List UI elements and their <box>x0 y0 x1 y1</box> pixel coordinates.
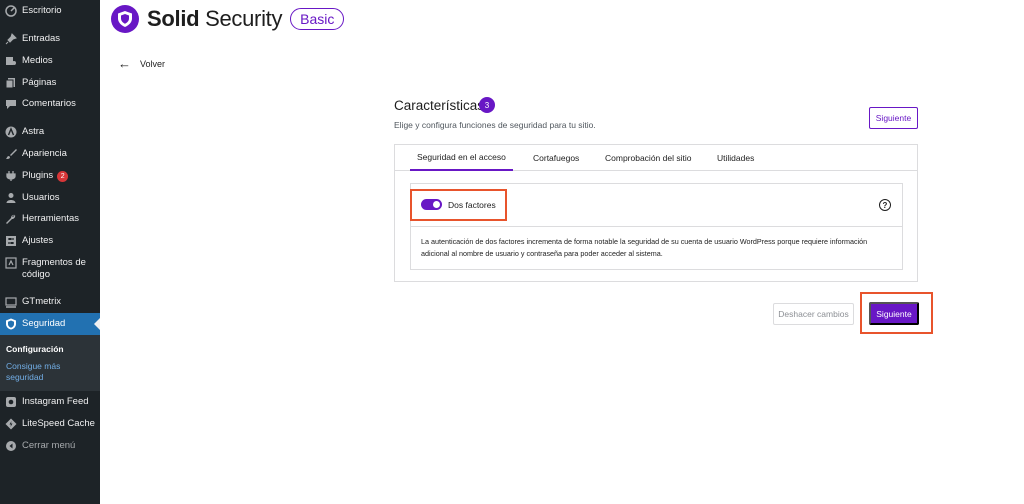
page-subtitle: Elige y configura funciones de seguridad… <box>394 120 596 130</box>
feature-tabs: Seguridad en el acceso Cortafuegos Compr… <box>395 145 917 171</box>
top-next-button[interactable]: Siguiente <box>869 107 918 129</box>
back-label: Volver <box>140 59 166 69</box>
solid-security-logo-icon <box>111 5 139 33</box>
gtmetrix-icon <box>5 296 17 308</box>
back-link[interactable]: ← Volver <box>118 56 166 71</box>
sidebar-item-litespeed-cache[interactable]: LiteSpeed Cache <box>0 418 100 430</box>
brand-header: Solid Security Basic <box>111 5 345 33</box>
page-title: Características <box>394 98 485 113</box>
shield-icon <box>5 318 17 330</box>
code-icon <box>5 257 17 269</box>
sidebar-item-comentarios[interactable]: Comentarios <box>0 98 100 110</box>
seguridad-submenu: Configuración Consigue más seguridad <box>0 335 100 391</box>
sidebar-item-instagram-feed[interactable]: Instagram Feed <box>0 396 100 408</box>
sidebar-item-label: Páginas <box>22 77 57 88</box>
sidebar-item-fragmentos[interactable]: Fragmentos de código <box>0 257 100 281</box>
sidebar-item-seguridad[interactable]: Seguridad <box>0 313 100 335</box>
sidebar-item-label: Ajustes <box>22 235 54 246</box>
brand-name-bold: Solid <box>147 6 200 31</box>
sidebar-item-label: Escritorio <box>22 5 62 16</box>
admin-sidebar: Escritorio Entradas Medios Páginas Comen… <box>0 0 100 504</box>
sidebar-item-label: Comentarios <box>22 98 76 109</box>
settings-icon <box>5 235 17 247</box>
feature-header: Dos factores ? <box>411 184 902 227</box>
feature-count-badge: 3 <box>479 97 495 113</box>
arrow-left-icon: ← <box>118 56 131 71</box>
sidebar-item-gtmetrix[interactable]: GTmetrix <box>0 296 100 308</box>
users-icon <box>5 192 17 204</box>
submenu-item-consigue-mas-seguridad[interactable]: Consigue más seguridad <box>6 361 86 383</box>
litespeed-icon <box>5 418 17 430</box>
collapse-icon <box>5 440 17 452</box>
instagram-icon <box>5 396 17 408</box>
brush-icon <box>5 148 17 160</box>
sidebar-item-label: Seguridad <box>22 318 66 329</box>
sidebar-item-label: Astra <box>22 126 45 137</box>
features-card: Seguridad en el acceso Cortafuegos Compr… <box>394 144 918 282</box>
sidebar-item-entradas[interactable]: Entradas <box>0 33 100 45</box>
feature-panel-dos-factores: Dos factores ? La autenticación de dos f… <box>410 183 903 270</box>
tab-cortafuegos[interactable]: Cortafuegos <box>533 145 579 171</box>
sidebar-item-label: Plugins <box>22 170 54 181</box>
sidebar-item-escritorio[interactable]: Escritorio <box>0 5 100 17</box>
tab-utilidades[interactable]: Utilidades <box>717 145 754 171</box>
comments-icon <box>5 98 17 110</box>
next-button[interactable]: Siguiente <box>869 302 919 325</box>
tab-comprobacion-del-sitio[interactable]: Comprobación del sitio <box>605 145 691 171</box>
sidebar-item-plugins[interactable]: Plugins 2 <box>0 170 100 182</box>
help-icon[interactable]: ? <box>879 199 891 211</box>
sidebar-item-label: Medios <box>22 55 53 66</box>
sidebar-item-label: GTmetrix <box>22 296 62 307</box>
pages-icon <box>5 77 17 89</box>
sidebar-item-label: Cerrar menú <box>22 440 76 451</box>
media-icon <box>5 55 17 67</box>
sidebar-item-paginas[interactable]: Páginas <box>0 77 100 89</box>
tab-seguridad-en-el-acceso[interactable]: Seguridad en el acceso <box>410 145 513 171</box>
sidebar-item-label: Entradas <box>22 33 61 44</box>
brand-name: Solid Security <box>147 6 282 32</box>
submenu-item-configuracion[interactable]: Configuración <box>6 344 64 354</box>
dashboard-icon <box>5 5 17 17</box>
sidebar-item-label: Apariencia <box>22 148 67 159</box>
sidebar-item-herramientas[interactable]: Herramientas <box>0 213 100 225</box>
sidebar-item-astra[interactable]: Astra <box>0 126 100 138</box>
undo-changes-button[interactable]: Deshacer cambios <box>773 303 854 325</box>
plan-badge: Basic <box>290 8 345 30</box>
sidebar-item-ajustes[interactable]: Ajustes <box>0 235 100 247</box>
sidebar-item-label: Instagram Feed <box>22 396 89 407</box>
plugin-icon <box>5 170 17 182</box>
dos-factores-toggle[interactable] <box>421 199 442 210</box>
sidebar-item-label: Fragmentos de código <box>22 257 86 280</box>
sidebar-item-apariencia[interactable]: Apariencia <box>0 148 100 160</box>
wrench-icon <box>5 213 17 225</box>
feature-description: La autenticación de dos factores increme… <box>421 237 868 258</box>
sidebar-item-medios[interactable]: Medios <box>0 55 100 67</box>
sidebar-item-usuarios[interactable]: Usuarios <box>0 192 100 204</box>
sidebar-item-label: Usuarios <box>22 192 60 203</box>
pin-icon <box>5 33 17 45</box>
feature-label: Dos factores <box>448 200 496 210</box>
sidebar-item-label: LiteSpeed Cache <box>22 418 95 429</box>
brand-name-rest: Security <box>199 6 283 31</box>
sidebar-item-label: Herramientas <box>22 213 80 224</box>
update-count-badge: 2 <box>57 170 69 182</box>
astra-icon <box>5 126 17 138</box>
sidebar-collapse-menu[interactable]: Cerrar menú <box>0 440 100 452</box>
